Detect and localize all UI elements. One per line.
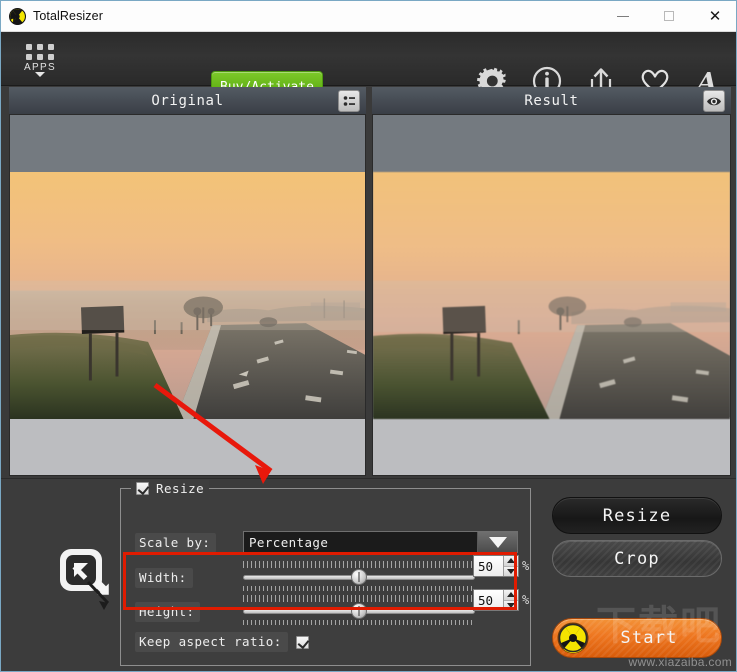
width-slider-thumb[interactable] <box>351 569 367 585</box>
resize-group-legend: Resize <box>131 480 210 496</box>
apps-grid-icon <box>26 43 54 60</box>
keep-aspect-row: Keep aspect ratio: <box>135 632 309 652</box>
window-title: TotalResizer <box>33 9 103 23</box>
crop-mode-button[interactable]: Crop <box>552 540 722 577</box>
chevron-down-icon[interactable] <box>477 532 517 552</box>
tick-marks <box>243 561 475 568</box>
width-label: Width: <box>135 568 193 588</box>
tick-marks <box>243 620 475 625</box>
minimize-icon <box>617 15 629 17</box>
result-image-pane[interactable] <box>372 114 731 476</box>
app-icon <box>9 7 26 25</box>
radiation-trefoil-icon <box>557 622 589 654</box>
width-increment-button[interactable] <box>504 556 518 567</box>
scale-by-dropdown[interactable]: Percentage <box>243 531 518 553</box>
eye-preview-icon[interactable] <box>703 90 725 112</box>
pane-matte-bottom <box>10 417 365 475</box>
original-image-pane[interactable] <box>9 114 366 476</box>
totalresizer-window: TotalResizer ✕ APPS Buy/Activate <box>0 0 737 672</box>
keep-aspect-checkbox[interactable] <box>295 635 309 649</box>
result-pane-title: Result <box>524 92 579 109</box>
width-slider[interactable] <box>243 561 475 591</box>
resize-options-fieldset: Resize Scale by: Percentage Width: Heigh… <box>120 480 531 666</box>
resize-mode-button[interactable]: Resize <box>552 497 722 534</box>
scale-by-value: Percentage <box>244 532 477 552</box>
height-row: Height: <box>135 602 201 622</box>
tick-marks <box>243 586 475 591</box>
height-slider-track[interactable] <box>243 603 475 619</box>
annotation-arrow-small <box>86 580 110 610</box>
height-increment-button[interactable] <box>504 590 518 601</box>
original-photo <box>10 172 365 419</box>
window-controls: ✕ <box>600 1 736 32</box>
width-spinner-buttons[interactable] <box>503 556 518 576</box>
width-decrement-button[interactable] <box>504 566 518 576</box>
height-decrement-button[interactable] <box>504 600 518 610</box>
scale-by-label: Scale by: <box>135 533 217 553</box>
original-pane-title: Original <box>151 92 224 109</box>
height-slider-thumb[interactable] <box>351 603 367 619</box>
height-unit: % <box>522 593 530 607</box>
minimize-button[interactable] <box>600 1 646 32</box>
width-spinner[interactable]: 50 <box>473 555 519 577</box>
caret-up-icon <box>507 592 515 598</box>
result-photo <box>373 172 730 419</box>
scale-by-row: Scale by: <box>135 533 217 553</box>
pane-matte-bottom <box>373 417 730 475</box>
caret-down-icon <box>507 568 515 574</box>
list-view-icon[interactable] <box>338 90 360 112</box>
width-unit: % <box>522 559 530 573</box>
height-spinner-buttons[interactable] <box>503 590 518 610</box>
width-slider-track[interactable] <box>243 569 475 585</box>
original-pane-header: Original <box>9 87 366 114</box>
result-pane-header: Result <box>372 87 731 114</box>
title-bar: TotalResizer ✕ <box>1 1 736 32</box>
width-row: Width: <box>135 568 193 588</box>
chevron-down-icon <box>35 71 45 77</box>
start-label: Start <box>620 628 678 648</box>
tick-marks <box>243 595 475 602</box>
height-spinner[interactable]: 50 <box>473 589 519 611</box>
close-button[interactable]: ✕ <box>692 1 736 32</box>
maximize-icon <box>664 11 674 21</box>
main-toolbar: APPS Buy/Activate <box>1 32 736 104</box>
keep-aspect-label: Keep aspect ratio: <box>135 632 288 652</box>
pane-matte-top <box>373 115 730 172</box>
width-value[interactable]: 50 <box>474 556 503 576</box>
maximize-button[interactable] <box>646 1 692 32</box>
apps-button[interactable]: APPS <box>13 38 67 82</box>
resize-group-label: Resize <box>156 480 205 496</box>
pane-matte-top <box>10 115 365 172</box>
resize-group-checkbox[interactable] <box>136 481 149 495</box>
height-label: Height: <box>135 602 201 622</box>
start-button[interactable]: Start <box>552 618 722 658</box>
height-value[interactable]: 50 <box>474 590 503 610</box>
caret-down-icon <box>507 602 515 608</box>
caret-up-icon <box>507 558 515 564</box>
height-slider[interactable] <box>243 595 475 625</box>
